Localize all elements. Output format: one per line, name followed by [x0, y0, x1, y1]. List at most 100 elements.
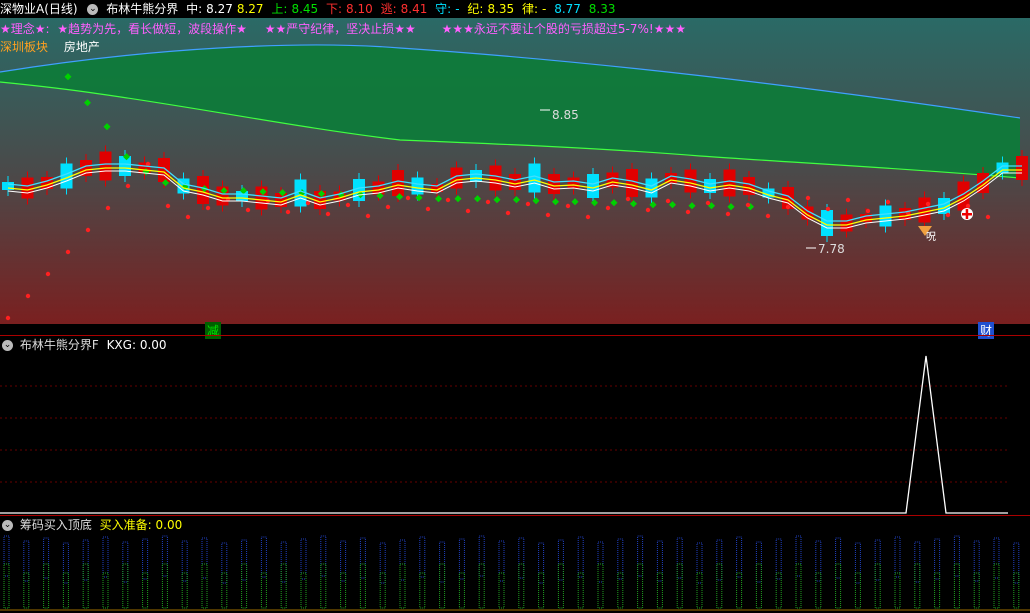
- chip-bar-green: [874, 563, 881, 609]
- chip-bar-blue: [716, 539, 723, 581]
- red-dot: [765, 213, 771, 219]
- chip-bars: [3, 535, 1020, 609]
- chip-bar-blue: [914, 541, 921, 583]
- red-dot: [445, 197, 451, 203]
- main-price-chart[interactable]: [0, 18, 1030, 324]
- candle-body: [99, 151, 112, 181]
- chip-bar-green: [716, 563, 723, 609]
- banner-line: ★理念★: ★趋势为先，看长做短，波段操作★ ★★严守纪律，坚决止损★★ ★★★…: [0, 20, 686, 38]
- chip-bar-blue: [419, 536, 426, 578]
- chip-bar-green: [221, 572, 228, 609]
- chevron-down-icon[interactable]: ⌄: [2, 340, 13, 351]
- chip-chart[interactable]: [0, 534, 1030, 612]
- chip-bar-blue: [478, 535, 485, 577]
- red-dot: [125, 183, 131, 189]
- candle-body: [587, 174, 599, 198]
- candle-body: [684, 169, 697, 193]
- chip-bar-green: [597, 563, 604, 609]
- chip-bar-blue: [518, 537, 525, 579]
- candle-body: [879, 205, 892, 227]
- chip-bar-blue: [399, 539, 406, 581]
- red-dot: [365, 213, 371, 219]
- red-dot: [405, 195, 411, 201]
- panel3-title[interactable]: 筹码买入顶底: [20, 518, 92, 532]
- red-dot: [485, 199, 491, 205]
- chip-bar-blue: [557, 539, 564, 581]
- chip-bar-green: [399, 563, 406, 609]
- chip-bar-blue: [340, 540, 347, 582]
- chevron-down-icon[interactable]: ⌄: [2, 520, 13, 531]
- chip-bar-green: [280, 563, 287, 609]
- red-dot: [945, 212, 951, 218]
- red-dot: [105, 205, 111, 211]
- red-dot: [245, 207, 251, 213]
- chip-bar-green: [775, 572, 782, 609]
- chip-bar-green: [201, 563, 208, 609]
- red-dot: [865, 208, 871, 214]
- chip-bar-green: [181, 572, 188, 609]
- chip-bar-blue: [122, 541, 129, 583]
- red-dot: [705, 200, 711, 206]
- escape-label: 逃:: [380, 2, 397, 16]
- ji-label: 纪:: [467, 2, 484, 16]
- chip-bar-green: [577, 572, 584, 609]
- chip-bar-blue: [538, 542, 545, 584]
- chip-bar-blue: [656, 540, 663, 582]
- chip-bar-blue: [993, 537, 1000, 579]
- chip-bar-blue: [953, 535, 960, 577]
- banner-text-1: ★趋势为先，看长做短，波段操作★: [57, 22, 247, 36]
- red-dot: [205, 205, 211, 211]
- red-dot: [465, 208, 471, 214]
- chip-bar-blue: [854, 542, 861, 584]
- kxg-chart[interactable]: [0, 354, 1030, 514]
- buy-label: 买入准备:: [99, 518, 152, 532]
- chip-bar-green: [696, 572, 703, 609]
- chip-bar-blue: [815, 540, 822, 582]
- red-dot: [325, 211, 331, 217]
- red-dot: [45, 271, 51, 277]
- red-dot: [525, 201, 531, 207]
- up-value: 8.45: [291, 2, 319, 16]
- red-dot: [645, 207, 651, 213]
- chip-bar-blue: [676, 537, 683, 579]
- down-label: 下:: [325, 2, 343, 16]
- marker-jian: 减: [205, 322, 222, 339]
- candle-body: [626, 169, 638, 197]
- candle-body: [489, 165, 502, 191]
- chip-bar-green: [518, 563, 525, 609]
- candle-body: [977, 173, 989, 193]
- chip-bar-green: [617, 572, 624, 609]
- red-dot: [845, 197, 851, 203]
- candle-body: [548, 174, 560, 194]
- kxg-label: KXG:: [106, 338, 136, 352]
- chevron-down-icon[interactable]: ⌄: [87, 4, 99, 15]
- chip-bar-blue: [280, 541, 287, 583]
- red-dot: [145, 161, 151, 167]
- banner-text-2: ★★严守纪律，坚决止损★★: [264, 22, 416, 36]
- red-dot: [585, 214, 591, 220]
- candle-body: [723, 169, 736, 197]
- red-dot: [925, 201, 931, 207]
- chip-bar-green: [538, 572, 545, 609]
- stock-name[interactable]: 深物业A(日线): [0, 2, 78, 16]
- chip-bar-blue: [973, 540, 980, 582]
- up-label: 上:: [271, 2, 288, 16]
- chip-bar-green: [439, 563, 446, 609]
- chip-bar-green: [815, 572, 822, 609]
- down-value: 8.10: [346, 2, 373, 16]
- mid-value-2: 8.27: [236, 2, 264, 16]
- chip-bar-blue: [755, 541, 762, 583]
- candle-body: [21, 177, 34, 199]
- sector-value: 房地产: [63, 40, 100, 54]
- red-dot: [625, 196, 631, 202]
- chip-bar-green: [161, 563, 168, 609]
- red-dot: [985, 214, 991, 220]
- last-value: 8.77: [554, 2, 581, 16]
- mid-label: 中:: [186, 2, 203, 16]
- indicator-name[interactable]: 布林牛熊分界: [106, 2, 178, 16]
- chip-bar-green: [359, 563, 366, 609]
- panel2-title[interactable]: 布林牛熊分界F: [20, 338, 99, 352]
- red-dot: [745, 202, 751, 208]
- chip-bar-green: [478, 563, 485, 609]
- candle-body: [840, 214, 853, 232]
